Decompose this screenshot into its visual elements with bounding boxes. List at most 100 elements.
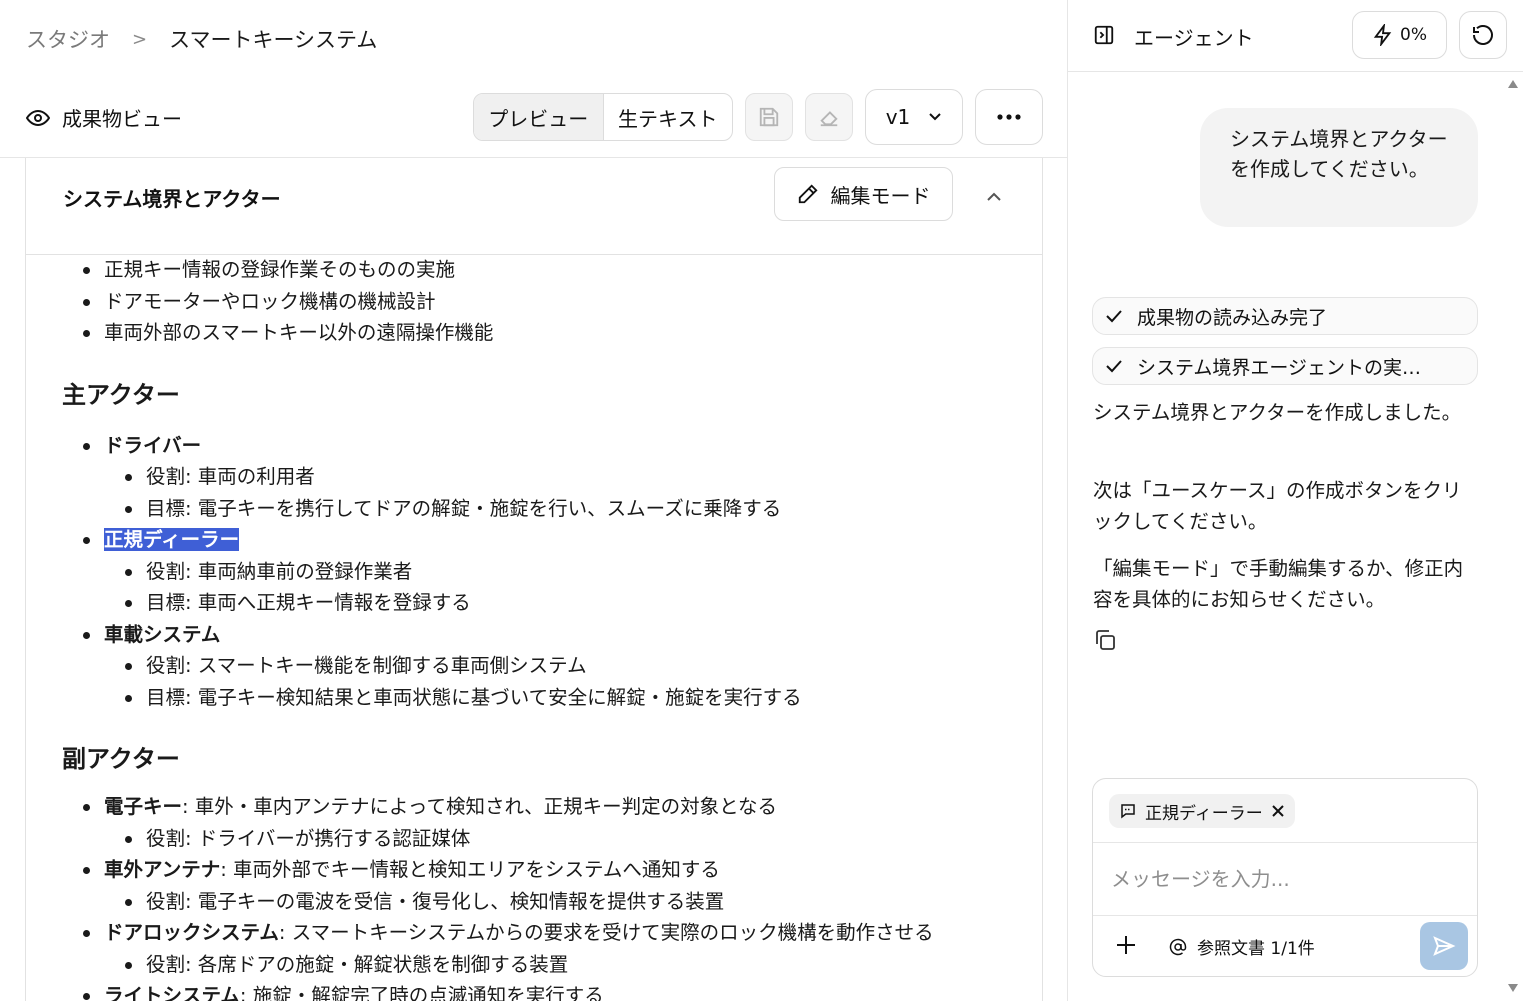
breadcrumb-separator: > [132, 28, 148, 50]
copy-icon[interactable] [1093, 628, 1117, 652]
lightning-icon [1373, 24, 1392, 46]
actor-role: 役割: 電子キーの電波を受信・復号化し、検知情報を提供する装置 [62, 886, 1037, 918]
actor-name-selected[interactable]: 正規ディーラー [104, 528, 240, 551]
user-message: システム境界とアクターを作成してください。 [1200, 108, 1478, 227]
eraser-icon [820, 111, 838, 127]
actor-goal: 目標: 電子キーを携行してドアの解錠・施錠を行い、スムーズに乗降する [62, 493, 1037, 525]
artifact-document: 正規キー情報の登録作業そのものの実施 ドアモーターやロック機構の機械設計 車両外… [62, 254, 1037, 1001]
close-icon[interactable] [1271, 804, 1285, 818]
excluded-list: 正規キー情報の登録作業そのものの実施 ドアモーターやロック機構の機械設計 車両外… [62, 254, 1037, 349]
reference-docs-button[interactable]: 参照文書 1/1件 [1169, 934, 1315, 959]
actor-goal: 目標: 電子キー検知結果と車両状態に基づいて安全に解錠・施錠を実行する [62, 682, 1037, 714]
reset-button[interactable] [1459, 11, 1507, 59]
context-chip-label: 正規ディーラー [1145, 803, 1263, 824]
actor-desc: : 車外・車内アンテナによって検知され、正規キー判定の対象となる [182, 795, 778, 818]
actor-item: 正規ディーラー [62, 524, 1037, 556]
context-chip: 正規ディーラー [1109, 794, 1295, 828]
actor-item: ドアロックシステム: スマートキーシステムからの要求を受けて実際のロック機構を動… [62, 917, 1037, 949]
list-item: 正規キー情報の登録作業そのものの実施 [62, 254, 1037, 286]
usage-value: 0% [1400, 25, 1427, 45]
check-icon [1106, 360, 1122, 373]
actor-item: ドライバー [62, 430, 1037, 462]
section-header: システム境界とアクター 編集モード [26, 158, 1042, 255]
usage-indicator[interactable]: 0% [1352, 11, 1447, 59]
collapse-button[interactable] [981, 184, 1007, 210]
actor-item: ライトシステム: 施錠・解錠完了時の点滅通知を実行する [62, 980, 1037, 1001]
refresh-icon [1473, 25, 1493, 45]
agent-header: エージェント 0% [1068, 0, 1523, 72]
actor-item: 車載システム [62, 619, 1037, 651]
secondary-actors-heading: 副アクター [62, 745, 180, 773]
artifact-pane: スタジオ > スマートキーシステム 成果物ビュー プレビュー 生テキスト v1 … [0, 0, 1068, 1001]
actor-name: 車外アンテナ [104, 858, 221, 881]
list-item: 車両外部のスマートキー以外の遠隔操作機能 [62, 317, 1037, 349]
scroll-down-arrow[interactable] [1508, 984, 1518, 992]
breadcrumb-root[interactable]: スタジオ [26, 24, 110, 54]
reference-docs-label: 参照文書 1/1件 [1197, 939, 1315, 959]
quote-icon [1121, 804, 1135, 819]
version-select[interactable]: v1 [865, 89, 963, 145]
actor-role: 役割: 車両納車前の登録作業者 [62, 556, 1037, 588]
agent-title: エージェント [1134, 26, 1254, 50]
save-icon [759, 107, 779, 127]
save-button[interactable] [745, 93, 793, 141]
send-button[interactable] [1420, 922, 1468, 970]
tab-raw-text[interactable]: 生テキスト [604, 94, 733, 140]
agent-message: 次は「ユースケース」の作成ボタンをクリックしてください。 [1093, 479, 1462, 533]
primary-actors-heading: 主アクター [62, 380, 180, 409]
chevron-down-icon [929, 113, 941, 121]
view-title: 成果物ビュー [26, 103, 182, 132]
primary-actors-list: ドライバー 役割: 車両の利用者 目標: 電子キーを携行してドアの解錠・施錠を行… [62, 430, 1037, 714]
section-title: システム境界とアクター [63, 187, 281, 211]
list-item: ドアモーターやロック機構の機械設計 [62, 286, 1037, 318]
chevron-up-icon [987, 192, 1001, 201]
actor-name: ドアロックシステム [104, 921, 279, 944]
breadcrumb: スタジオ > スマートキーシステム [26, 24, 377, 54]
actor-desc: : スマートキーシステムからの要求を受けて実際のロック機構を動作させる [278, 921, 934, 944]
actor-goal: 目標: 車両へ正規キー情報を登録する [62, 587, 1037, 619]
at-icon [1169, 938, 1187, 955]
agent-message: システム境界とアクターを作成しました。 [1093, 401, 1462, 424]
check-icon [1106, 310, 1122, 323]
actor-name: ドライバー [104, 433, 202, 457]
status-label: 成果物の読み込み完了 [1137, 306, 1328, 329]
actor-item: 車外アンテナ: 車両外部でキー情報と検知エリアをシステムへ通知する [62, 854, 1037, 886]
message-input[interactable] [1111, 861, 1451, 897]
sidebar-toggle-icon[interactable] [1093, 24, 1115, 46]
divider [1093, 915, 1477, 916]
more-options-button[interactable] [975, 89, 1043, 145]
breadcrumb-current: スマートキーシステム [169, 28, 378, 52]
view-mode-toggle: プレビュー 生テキスト [473, 93, 733, 141]
actor-item: 電子キー: 車外・車内アンテナによって検知され、正規キー判定の対象となる [62, 791, 1037, 823]
edit-mode-button[interactable]: 編集モード [774, 167, 953, 221]
divider [1093, 842, 1477, 843]
more-icon [997, 114, 1021, 120]
actor-name: 電子キー [104, 795, 183, 818]
actor-role: 役割: スマートキー機能を制御する車両側システム [62, 650, 1037, 682]
actor-desc: : 車両外部でキー情報と検知エリアをシステムへ通知する [220, 858, 720, 881]
scroll-up-arrow[interactable] [1508, 80, 1518, 88]
pencil-icon [798, 184, 818, 204]
tab-preview[interactable]: プレビュー [474, 94, 604, 140]
message-composer: 正規ディーラー 参照文書 1/1件 [1092, 778, 1478, 977]
status-item: システム境界エージェントの実… [1092, 347, 1478, 385]
artifact-toolbar: 成果物ビュー プレビュー 生テキスト v1 [0, 82, 1067, 158]
actor-role: 役割: 各席ドアの施錠・解錠状態を制御する装置 [62, 949, 1037, 981]
actor-desc: : 施錠・解錠完了時の点滅通知を実行する [239, 984, 604, 1001]
send-icon [1433, 936, 1456, 956]
actor-name: 車載システム [104, 622, 221, 646]
eye-icon [26, 109, 50, 126]
status-label: システム境界エージェントの実… [1137, 356, 1422, 379]
edit-mode-label: 編集モード [830, 183, 931, 208]
agent-panel: エージェント 0% システム境界とアクターを作成してください。 成果物の読み込み… [1068, 0, 1523, 1001]
secondary-actors-list: 電子キー: 車外・車内アンテナによって検知され、正規キー判定の対象となる 役割:… [62, 791, 1037, 1001]
actor-name: ライトシステム [104, 984, 240, 1001]
agent-message: 「編集モード」で手動編集するか、修正内容を具体的にお知らせください。 [1093, 557, 1464, 611]
version-label: v1 [885, 105, 911, 129]
view-title-label: 成果物ビュー [62, 107, 182, 131]
clear-button[interactable] [805, 93, 853, 141]
actor-role: 役割: 車両の利用者 [62, 461, 1037, 493]
status-item: 成果物の読み込み完了 [1092, 297, 1478, 335]
plus-icon[interactable] [1115, 934, 1137, 956]
actor-role: 役割: ドライバーが携行する認証媒体 [62, 823, 1037, 855]
